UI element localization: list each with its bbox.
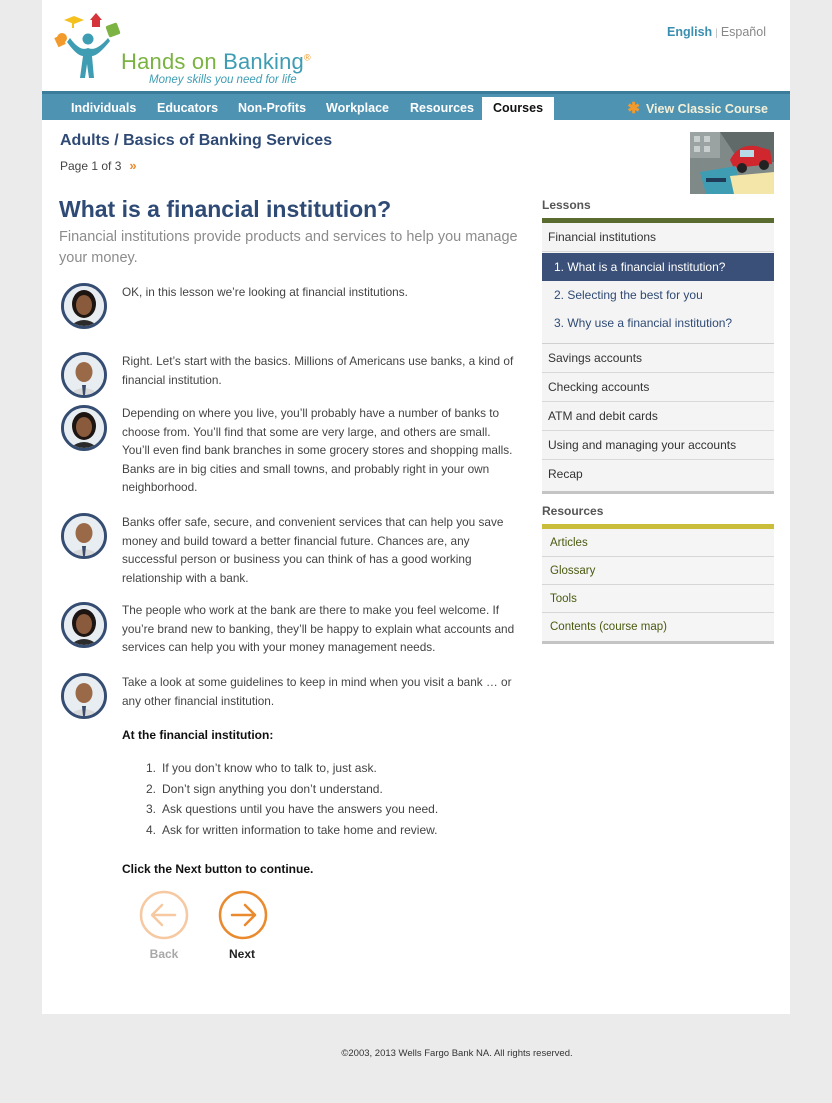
resources-heading: Resources: [542, 504, 604, 518]
logo-registered-mark: ®: [304, 52, 311, 63]
dialogue-line-5: The people who work at the bank are ther…: [122, 603, 515, 654]
hands-on-banking-logo[interactable]: Hands on Banking® Money skills you need …: [52, 8, 312, 86]
lessons-heading: Lessons: [542, 198, 591, 212]
asterisk-icon: ✱: [627, 100, 640, 117]
logo-figure-icon: [54, 13, 121, 78]
dialogue-line-2: Right. Let’s start with the basics. Mill…: [122, 354, 514, 387]
page-indicator: Page 1 of 3 »: [60, 158, 137, 173]
nav-workplace[interactable]: Workplace: [326, 101, 389, 115]
main-nav: Individuals Educators Non-Profits Workpl…: [42, 91, 790, 122]
tips-list: 1. If you don’t know who to talk to, just…: [146, 758, 438, 840]
next-page-chevron-icon[interactable]: »: [129, 158, 136, 173]
next-button-label[interactable]: Next: [212, 947, 272, 961]
lesson-using-managing-accounts[interactable]: Using and managing your accounts: [542, 431, 774, 460]
lesson-group-financial-institutions[interactable]: Financial institutions: [542, 223, 774, 252]
dialogue-line-4: Banks offer safe, secure, and convenient…: [122, 515, 504, 585]
list-item: 4. Ask for written information to take ho…: [146, 822, 438, 837]
avatar-female-instructor: [61, 405, 107, 451]
resource-glossary[interactable]: Glossary: [542, 557, 774, 585]
logo-title-part2: Banking: [223, 49, 304, 74]
lesson-savings-accounts[interactable]: Savings accounts: [542, 344, 774, 373]
resources-menu: Articles Glossary Tools Contents (course…: [542, 529, 774, 644]
lessons-menu: Financial institutions 1. What is a fina…: [542, 223, 774, 494]
footer-copyright: ©2003, 2013 Wells Fargo Bank NA. All rig…: [341, 1048, 573, 1059]
tip-text: Don’t sign anything you don’t understand…: [162, 781, 383, 796]
avatar-male-instructor: [61, 352, 107, 398]
lesson-checking-accounts[interactable]: Checking accounts: [542, 373, 774, 402]
avatar-male-instructor: [61, 513, 107, 559]
back-arrow-icon[interactable]: [139, 890, 189, 940]
lesson-item-selecting[interactable]: 2. Selecting the best for you: [542, 281, 774, 309]
lesson-recap[interactable]: Recap: [542, 460, 774, 489]
lang-english-link[interactable]: English: [667, 25, 712, 39]
nav-courses[interactable]: Courses: [482, 97, 555, 122]
avatar-male-instructor: [61, 673, 107, 719]
lesson-item-what-is[interactable]: 1. What is a financial institution?: [542, 253, 774, 281]
tips-heading: At the financial institution:: [122, 728, 274, 742]
dialogue-line-6: Take a look at some guidelines to keep i…: [122, 675, 512, 708]
nav-educators[interactable]: Educators: [157, 101, 218, 115]
breadcrumb: Adults / Basics of Banking Services: [60, 132, 333, 149]
lesson-atm-debit-cards[interactable]: ATM and debit cards: [542, 402, 774, 431]
tip-text: Ask for written information to take home…: [162, 822, 438, 837]
view-classic-course-link[interactable]: ✱ View Classic Course: [627, 99, 768, 117]
list-item: 1. If you don’t know who to talk to, just…: [146, 761, 377, 775]
view-classic-course-label: View Classic Course: [645, 102, 768, 116]
lang-spanish-link[interactable]: Español: [721, 25, 766, 39]
logo-title: Hands on Banking®: [121, 49, 311, 75]
resource-tools[interactable]: Tools: [542, 585, 774, 613]
tip-text: If you don’t know who to talk to, just a…: [162, 761, 377, 775]
page-indicator-text: Page 1 of 3: [60, 159, 122, 173]
tip-text: Ask questions until you have the answers…: [162, 802, 439, 816]
nav-non-profits[interactable]: Non-Profits: [238, 101, 306, 115]
list-item: 3. Ask questions until you have the answe…: [146, 802, 439, 816]
lesson-subtitle: Financial institutions provide products …: [59, 229, 518, 266]
logo-tagline: Money skills you need for life: [149, 74, 297, 86]
back-button-label[interactable]: Back: [134, 947, 194, 961]
dialogue-line-1: OK, in this lesson we’re looking at fina…: [122, 285, 408, 299]
resource-contents-course-map[interactable]: Contents (course map): [542, 613, 774, 641]
nav-resources[interactable]: Resources: [410, 101, 474, 115]
avatar-female-instructor: [61, 283, 107, 329]
resource-articles[interactable]: Articles: [542, 529, 774, 557]
lesson-item-why-use[interactable]: 3. Why use a financial institution?: [542, 309, 774, 344]
page-container: Hands on Banking® Money skills you need …: [42, 0, 790, 1014]
dialogue-line-3: Depending on where you live, you’ll prob…: [122, 406, 513, 494]
lesson-thumbnail-image: [690, 132, 774, 194]
lang-separator: |: [715, 28, 718, 39]
language-switcher: English | Español: [667, 25, 766, 39]
logo-title-part1: Hands on: [121, 49, 224, 74]
next-arrow-icon[interactable]: [218, 890, 268, 940]
next-instruction: Click the Next button to continue.: [122, 862, 314, 876]
nav-individuals[interactable]: Individuals: [71, 101, 136, 115]
avatar-female-instructor: [61, 602, 107, 648]
lesson-title: What is a financial institution?: [59, 196, 392, 222]
list-item: 2. Don’t sign anything you don’t understa…: [146, 781, 383, 796]
